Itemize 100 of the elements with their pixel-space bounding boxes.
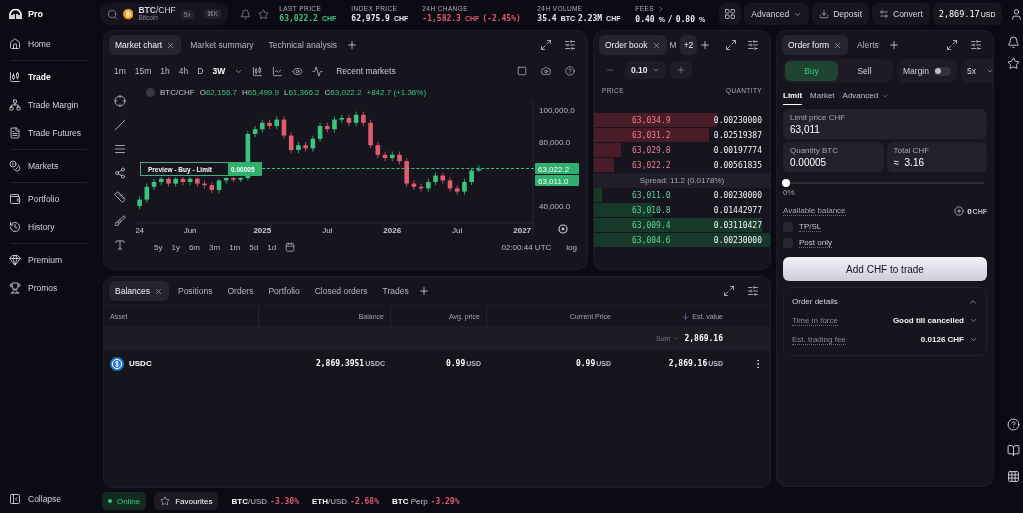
total-field[interactable]: Total CHF ≈ 3.16 bbox=[886, 142, 987, 172]
add-tab-icon[interactable] bbox=[346, 39, 359, 51]
ticker-item[interactable]: BTC/USD -3.30% bbox=[231, 496, 299, 506]
panel-tab[interactable]: Market summary bbox=[184, 35, 260, 55]
brush-icon[interactable] bbox=[114, 215, 126, 227]
panel-tab[interactable]: M bbox=[668, 35, 678, 55]
star-icon[interactable] bbox=[258, 8, 270, 20]
range-button[interactable]: 1d bbox=[267, 242, 277, 252]
help-icon[interactable] bbox=[565, 66, 575, 76]
eye-icon[interactable] bbox=[292, 65, 304, 77]
interval-button[interactable]: D bbox=[197, 66, 204, 76]
panel-tab[interactable]: Order book bbox=[599, 35, 667, 55]
camera-icon[interactable] bbox=[541, 66, 551, 76]
expand-icon[interactable] bbox=[723, 285, 735, 297]
mode-dropdown[interactable]: Advanced bbox=[744, 3, 810, 25]
nav-item[interactable]: History bbox=[6, 213, 91, 241]
square-icon[interactable] bbox=[517, 66, 527, 76]
nav-item[interactable]: Trade Margin bbox=[6, 91, 91, 119]
line-icon[interactable] bbox=[312, 65, 324, 77]
book-icon[interactable] bbox=[1007, 444, 1020, 457]
nav-item[interactable]: Portfolio bbox=[6, 185, 91, 213]
deposit-button[interactable]: Deposit bbox=[812, 3, 869, 25]
limit-price-field[interactable]: Limit price CHF 63,011 bbox=[783, 109, 987, 139]
range-button[interactable]: 3m bbox=[209, 242, 221, 252]
calendar-icon[interactable] bbox=[285, 242, 296, 252]
chevron-down-icon[interactable] bbox=[969, 335, 978, 344]
order-type-tab[interactable]: Market bbox=[810, 85, 835, 105]
interval-button[interactable]: 1m bbox=[114, 66, 126, 76]
favourites-button[interactable]: Favourites bbox=[154, 492, 219, 510]
order-type-tab[interactable]: Limit bbox=[783, 85, 803, 105]
help-icon[interactable] bbox=[1007, 418, 1020, 431]
panel-tab[interactable]: Trades bbox=[376, 281, 415, 301]
nav-item[interactable]: Markets bbox=[6, 152, 91, 180]
add-tab-icon[interactable] bbox=[887, 39, 900, 51]
nav-item[interactable]: Home bbox=[6, 30, 91, 58]
step-dropdown[interactable]: 0.10 bbox=[625, 61, 666, 79]
add-tab-icon[interactable] bbox=[699, 39, 712, 51]
recent-markets-button[interactable]: Recent markets bbox=[336, 66, 396, 76]
expand-icon[interactable] bbox=[540, 39, 552, 51]
add-funds-icon[interactable] bbox=[954, 206, 965, 216]
range-button[interactable]: 1m bbox=[229, 242, 241, 252]
ticker-item[interactable]: BTC Perp -3.29% bbox=[392, 496, 460, 506]
settings-icon[interactable] bbox=[558, 224, 568, 234]
side-button[interactable]: Buy bbox=[785, 61, 838, 81]
order-type-dropdown[interactable]: Advanced bbox=[842, 85, 890, 105]
nodes-icon[interactable] bbox=[114, 167, 126, 179]
expand-icon[interactable] bbox=[725, 39, 737, 51]
nav-item[interactable]: Promos bbox=[6, 274, 91, 302]
interval-button[interactable]: 4h bbox=[178, 66, 189, 76]
user-icon[interactable] bbox=[1010, 7, 1023, 21]
side-button[interactable]: Sell bbox=[838, 61, 891, 81]
text-tool-icon[interactable] bbox=[114, 239, 126, 251]
add-funds-button[interactable]: Add CHF to trade bbox=[783, 257, 987, 281]
nav-item[interactable]: Premium bbox=[6, 246, 91, 274]
indicator-icon[interactable] bbox=[272, 65, 284, 77]
panel-tab[interactable]: Alerts bbox=[851, 35, 885, 55]
panel-tab[interactable]: Order form bbox=[782, 35, 849, 55]
panel-tab[interactable]: Technical analysis bbox=[262, 35, 344, 55]
range-button[interactable]: 1y bbox=[171, 242, 180, 252]
nav-item[interactable]: Trade Futures bbox=[6, 119, 91, 147]
panel-tab[interactable]: Balances bbox=[109, 281, 169, 301]
field-value[interactable]: 63,011 bbox=[790, 124, 980, 135]
collapse-button[interactable]: Collapse bbox=[6, 488, 91, 510]
interval-button[interactable]: 1h bbox=[160, 66, 170, 76]
range-button[interactable]: 6m bbox=[188, 242, 201, 252]
interval-button[interactable]: 3W bbox=[212, 66, 226, 76]
panel-tab[interactable]: Portfolio bbox=[262, 281, 306, 301]
slider-thumb[interactable] bbox=[782, 179, 790, 187]
toggle-switch[interactable] bbox=[934, 66, 951, 76]
chevron-down-icon[interactable] bbox=[969, 316, 978, 325]
margin-toggle[interactable]: Margin bbox=[897, 59, 957, 83]
settings-icon[interactable] bbox=[747, 285, 759, 297]
field-value[interactable]: ≈ 3.16 bbox=[893, 157, 980, 168]
candlestick-icon[interactable] bbox=[252, 65, 264, 77]
log-scale-button[interactable]: log bbox=[566, 242, 577, 252]
settings-icon[interactable] bbox=[970, 39, 982, 51]
crosshair-icon[interactable] bbox=[114, 95, 126, 107]
horizontal-lines-icon[interactable] bbox=[114, 143, 126, 155]
settings-icon[interactable] bbox=[747, 39, 759, 51]
interval-button[interactable]: 15m bbox=[134, 66, 152, 76]
convert-button[interactable]: Convert bbox=[872, 3, 930, 25]
settings-icon[interactable] bbox=[564, 39, 576, 51]
quantity-field[interactable]: Quantity BTC 0.00005 bbox=[783, 142, 884, 172]
panel-tab[interactable]: Market chart bbox=[109, 35, 182, 55]
expand-icon[interactable] bbox=[946, 39, 958, 51]
panel-tab[interactable]: Closed orders bbox=[308, 281, 374, 301]
panel-tab[interactable]: Positions bbox=[171, 281, 219, 301]
range-button[interactable]: 5y bbox=[154, 242, 163, 252]
range-button[interactable]: 5d bbox=[249, 242, 259, 252]
leverage-dropdown[interactable]: 5x bbox=[961, 59, 993, 83]
layout-button[interactable] bbox=[719, 3, 742, 25]
nav-item[interactable]: Trade bbox=[6, 63, 91, 91]
field-value[interactable]: 0.00005 bbox=[790, 157, 877, 168]
bell-icon[interactable] bbox=[1007, 36, 1020, 49]
more-tabs-button[interactable]: +2 bbox=[679, 35, 698, 55]
ticker-item[interactable]: ETH/USD -2.68% bbox=[311, 496, 379, 506]
apps-grid-icon[interactable] bbox=[1007, 470, 1020, 483]
panel-tab[interactable]: Orders bbox=[221, 281, 260, 301]
trend-line-icon[interactable] bbox=[114, 119, 126, 131]
add-tab-icon[interactable] bbox=[417, 285, 430, 297]
